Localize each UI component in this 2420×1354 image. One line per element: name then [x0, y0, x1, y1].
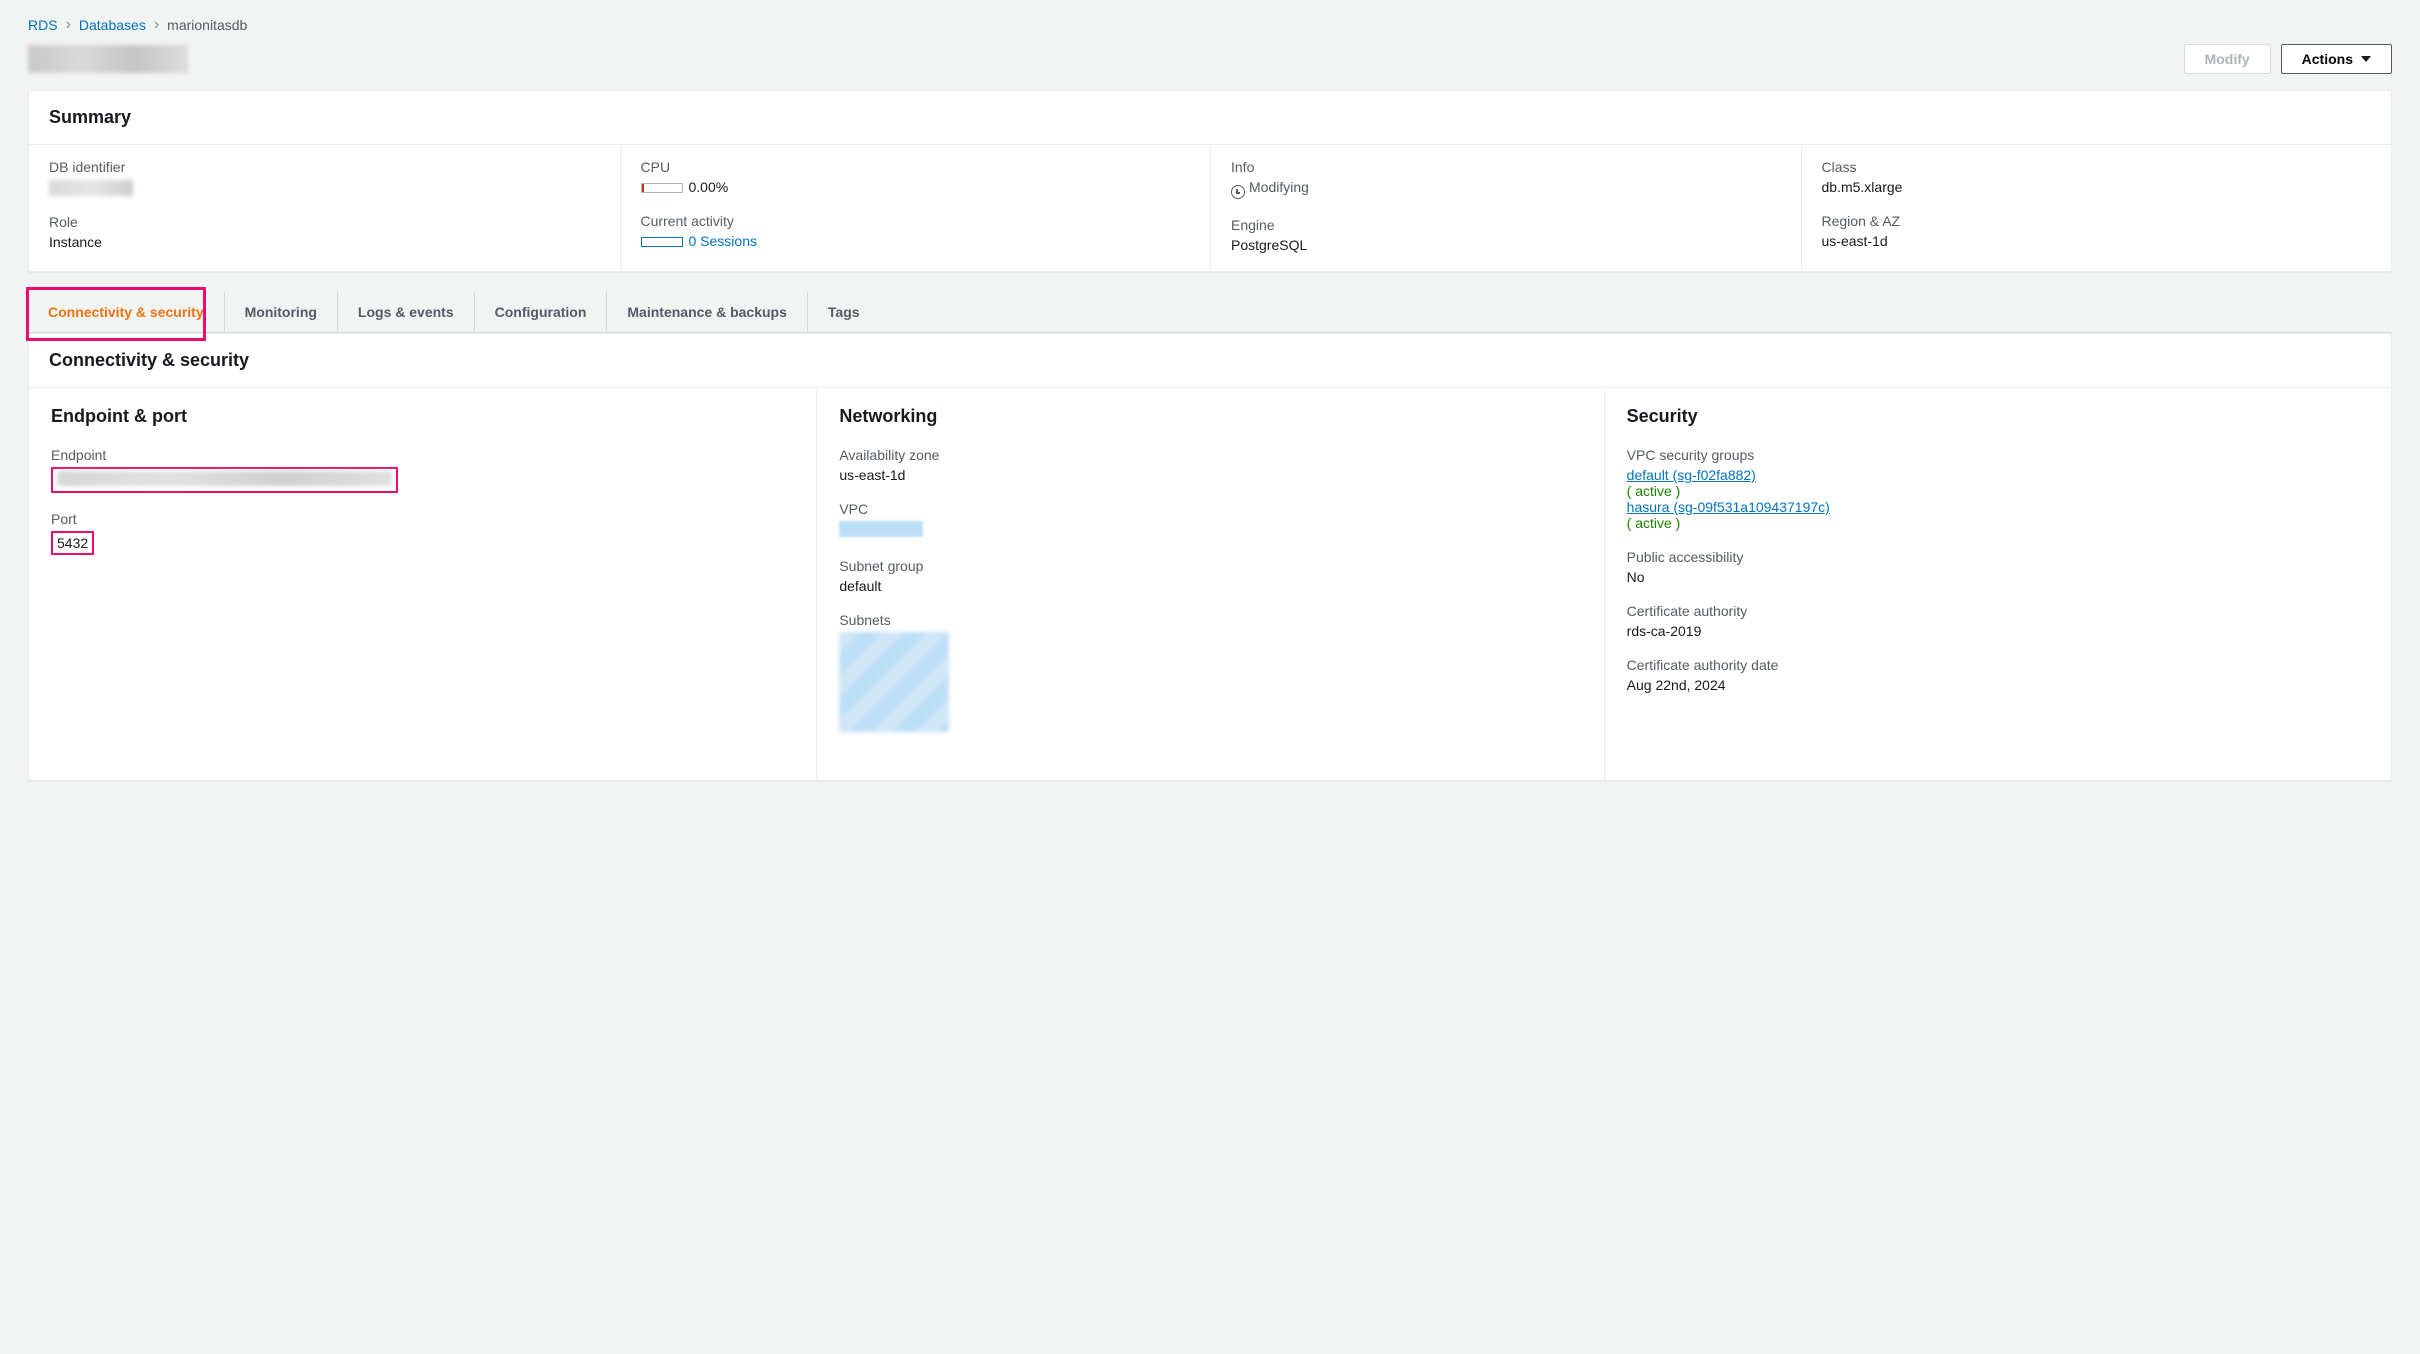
highlight-endpoint-annotation [51, 467, 398, 493]
chevron-right-icon: › [66, 16, 71, 34]
chevron-right-icon: › [154, 16, 159, 34]
breadcrumb-rds[interactable]: RDS [28, 17, 58, 33]
ca-value: rds-ca-2019 [1627, 623, 2369, 639]
endpoint-port-title: Endpoint & port [51, 406, 794, 427]
sessions-bar-icon [641, 237, 683, 247]
breadcrumb: RDS › Databases › marionitasdb [28, 16, 2392, 34]
networking-title: Networking [839, 406, 1581, 427]
cpu-bar-icon [641, 183, 683, 193]
cpu-value: 0.00% [689, 179, 729, 195]
security-group-hasura-link[interactable]: hasura (sg-09f531a109437197c) [1627, 499, 1830, 515]
modify-button[interactable]: Modify [2184, 44, 2271, 74]
endpoint-label: Endpoint [51, 447, 794, 463]
class-value: db.m5.xlarge [1822, 179, 2372, 195]
endpoint-redacted [57, 471, 392, 486]
tab-configuration[interactable]: Configuration [475, 292, 608, 332]
breadcrumb-current: marionitasdb [167, 17, 247, 33]
region-value: us-east-1d [1822, 233, 2372, 249]
connectivity-panel: Connectivity & security Endpoint & port … [28, 333, 2392, 781]
security-title: Security [1627, 406, 2369, 427]
subnet-group-value: default [839, 578, 1581, 594]
port-label: Port [51, 511, 794, 527]
vpc-redacted [839, 521, 923, 537]
security-group-default-link[interactable]: default (sg-f02fa882) [1627, 467, 1756, 483]
subnets-redacted [839, 632, 949, 732]
info-value: Modifying [1249, 179, 1309, 195]
summary-panel: Summary DB identifier Role Instance CPU … [28, 90, 2392, 272]
db-identifier-redacted [49, 180, 133, 196]
tab-maintenance[interactable]: Maintenance & backups [607, 292, 808, 332]
engine-value: PostgreSQL [1231, 237, 1781, 253]
public-access-value: No [1627, 569, 2369, 585]
ca-date-value: Aug 22nd, 2024 [1627, 677, 2369, 693]
subnets-label: Subnets [839, 612, 1581, 628]
db-identifier-label: DB identifier [49, 159, 600, 175]
page-title-redacted [28, 45, 188, 73]
cpu-label: CPU [641, 159, 1191, 175]
breadcrumb-databases[interactable]: Databases [79, 17, 146, 33]
security-group-hasura-status: ( active ) [1627, 515, 2369, 531]
port-value: 5432 [57, 535, 88, 551]
clock-icon [1231, 185, 1245, 199]
actions-button[interactable]: Actions [2281, 44, 2392, 74]
az-value: us-east-1d [839, 467, 1581, 483]
subnet-group-label: Subnet group [839, 558, 1581, 574]
tab-connectivity[interactable]: Connectivity & security [28, 292, 225, 332]
summary-title: Summary [49, 107, 2371, 128]
security-group-default-status: ( active ) [1627, 483, 2369, 499]
info-label: Info [1231, 159, 1781, 175]
az-label: Availability zone [839, 447, 1581, 463]
highlight-port-annotation: 5432 [51, 531, 94, 555]
vpc-sg-label: VPC security groups [1627, 447, 2369, 463]
tab-logs[interactable]: Logs & events [338, 292, 475, 332]
engine-label: Engine [1231, 217, 1781, 233]
activity-label: Current activity [641, 213, 1191, 229]
region-label: Region & AZ [1822, 213, 2372, 229]
connectivity-title: Connectivity & security [49, 350, 2371, 371]
sessions-link[interactable]: 0 Sessions [689, 233, 757, 249]
tab-tags[interactable]: Tags [808, 292, 880, 332]
tabs: Connectivity & security Monitoring Logs … [28, 292, 2392, 333]
role-value: Instance [49, 234, 600, 250]
class-label: Class [1822, 159, 2372, 175]
ca-date-label: Certificate authority date [1627, 657, 2369, 673]
ca-label: Certificate authority [1627, 603, 2369, 619]
role-label: Role [49, 214, 600, 230]
tab-monitoring[interactable]: Monitoring [225, 292, 338, 332]
caret-down-icon [2361, 56, 2371, 62]
public-access-label: Public accessibility [1627, 549, 2369, 565]
vpc-label: VPC [839, 501, 1581, 517]
